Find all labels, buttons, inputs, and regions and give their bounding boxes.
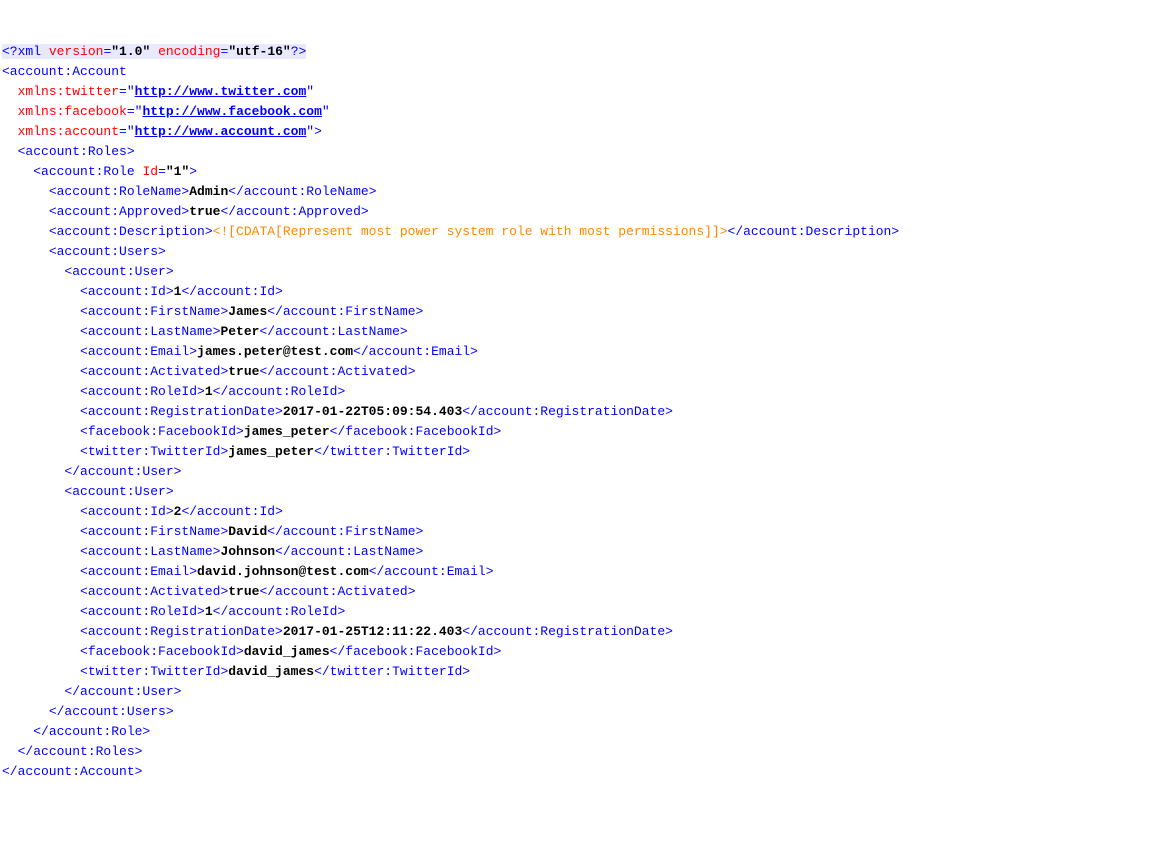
user2-roleid-val: 1 bbox=[205, 604, 213, 619]
version-val: "1.0" bbox=[111, 44, 150, 59]
encoding-val: "utf-16" bbox=[228, 44, 290, 59]
user2-lastname-open: <account:LastName> bbox=[80, 544, 220, 559]
user2-firstname-open: <account:FirstName> bbox=[80, 524, 228, 539]
xml-decl-open: <? bbox=[2, 44, 18, 59]
xmlns-account-attr: xmlns:account bbox=[18, 124, 119, 139]
user1-firstname-open: <account:FirstName> bbox=[80, 304, 228, 319]
user1-roleid-close: </account:RoleId> bbox=[213, 384, 346, 399]
role-id-attr: Id bbox=[142, 164, 158, 179]
user2-firstname-close: </account:FirstName> bbox=[267, 524, 423, 539]
xml-declaration-line: <?xml version="1.0" encoding="utf-16"?> bbox=[2, 44, 306, 59]
user1-tw-open: <twitter:TwitterId> bbox=[80, 444, 228, 459]
user2-fb-open: <facebook:FacebookId> bbox=[80, 644, 244, 659]
version-attr: version bbox=[49, 44, 104, 59]
user1-regdate-close: </account:RegistrationDate> bbox=[462, 404, 673, 419]
role-id-val: "1" bbox=[166, 164, 189, 179]
approved-val: true bbox=[189, 204, 220, 219]
user1-activated-open: <account:Activated> bbox=[80, 364, 228, 379]
user2-tw-val: david_james bbox=[228, 664, 314, 679]
user2-regdate-close: </account:RegistrationDate> bbox=[462, 624, 673, 639]
xml-document: <?xml version="1.0" encoding="utf-16"?> … bbox=[2, 42, 1163, 782]
user2-tw-open: <twitter:TwitterId> bbox=[80, 664, 228, 679]
role-close: </account:Role> bbox=[33, 724, 150, 739]
approved-open: <account:Approved> bbox=[49, 204, 189, 219]
description-cdata: <![CDATA[Represent most power system rol… bbox=[213, 224, 728, 239]
twitter-url-link[interactable]: http://www.twitter.com bbox=[135, 84, 307, 99]
user1-email-close: </account:Email> bbox=[353, 344, 478, 359]
rolename-close: </account:RoleName> bbox=[228, 184, 376, 199]
user2-email-open: <account:Email> bbox=[80, 564, 197, 579]
approved-close: </account:Approved> bbox=[220, 204, 368, 219]
user2-email-val: david.johnson@test.com bbox=[197, 564, 369, 579]
users-close: </account:Users> bbox=[49, 704, 174, 719]
user1-tw-close: </twitter:TwitterId> bbox=[314, 444, 470, 459]
user2-fb-val: david_james bbox=[244, 644, 330, 659]
user2-id-close: </account:Id> bbox=[181, 504, 282, 519]
user1-tw-val: james_peter bbox=[228, 444, 314, 459]
role-open: <account:Role bbox=[33, 164, 134, 179]
user1-regdate-val: 2017-01-22T05:09:54.403 bbox=[283, 404, 462, 419]
user2-firstname-val: David bbox=[228, 524, 267, 539]
user2-roleid-close: </account:RoleId> bbox=[213, 604, 346, 619]
user2-id-open: <account:Id> bbox=[80, 504, 174, 519]
description-close: </account:Description> bbox=[728, 224, 900, 239]
user1-email-open: <account:Email> bbox=[80, 344, 197, 359]
user1-email-val: james.peter@test.com bbox=[197, 344, 353, 359]
user1-fb-val: james_peter bbox=[244, 424, 330, 439]
account-open-end: "> bbox=[306, 124, 322, 139]
user2-activated-open: <account:Activated> bbox=[80, 584, 228, 599]
user2-roleid-open: <account:RoleId> bbox=[80, 604, 205, 619]
user2-email-close: </account:Email> bbox=[369, 564, 494, 579]
user1-activated-close: </account:Activated> bbox=[259, 364, 415, 379]
user1-roleid-open: <account:RoleId> bbox=[80, 384, 205, 399]
roles-open: <account:Roles> bbox=[18, 144, 135, 159]
user1-open: <account:User> bbox=[64, 264, 173, 279]
user1-lastname-close: </account:LastName> bbox=[259, 324, 407, 339]
rolename-open: <account:RoleName> bbox=[49, 184, 189, 199]
user2-regdate-val: 2017-01-25T12:11:22.403 bbox=[283, 624, 462, 639]
user1-id-open: <account:Id> bbox=[80, 284, 174, 299]
user2-lastname-val: Johnson bbox=[220, 544, 275, 559]
user1-lastname-open: <account:LastName> bbox=[80, 324, 220, 339]
user2-tw-close: </twitter:TwitterId> bbox=[314, 664, 470, 679]
xml-decl-close: ?> bbox=[291, 44, 307, 59]
user2-activated-close: </account:Activated> bbox=[259, 584, 415, 599]
user1-firstname-val: James bbox=[228, 304, 267, 319]
description-open: <account:Description> bbox=[49, 224, 213, 239]
user2-close: </account:User> bbox=[64, 684, 181, 699]
account-url-link[interactable]: http://www.account.com bbox=[135, 124, 307, 139]
user2-activated-val: true bbox=[228, 584, 259, 599]
rolename-val: Admin bbox=[189, 184, 228, 199]
encoding-attr: encoding bbox=[158, 44, 220, 59]
xmlns-facebook-attr: xmlns:facebook bbox=[18, 104, 127, 119]
xml-decl-xml: xml bbox=[18, 44, 41, 59]
user1-activated-val: true bbox=[228, 364, 259, 379]
user2-lastname-close: </account:LastName> bbox=[275, 544, 423, 559]
user2-regdate-open: <account:RegistrationDate> bbox=[80, 624, 283, 639]
user1-fb-open: <facebook:FacebookId> bbox=[80, 424, 244, 439]
facebook-url-link[interactable]: http://www.facebook.com bbox=[142, 104, 321, 119]
user1-regdate-open: <account:RegistrationDate> bbox=[80, 404, 283, 419]
user1-id-close: </account:Id> bbox=[181, 284, 282, 299]
user2-open: <account:User> bbox=[64, 484, 173, 499]
user1-firstname-close: </account:FirstName> bbox=[267, 304, 423, 319]
account-close: </account:Account> bbox=[2, 764, 142, 779]
user1-close: </account:User> bbox=[64, 464, 181, 479]
user1-roleid-val: 1 bbox=[205, 384, 213, 399]
xmlns-twitter-attr: xmlns:twitter bbox=[18, 84, 119, 99]
user1-fb-close: </facebook:FacebookId> bbox=[330, 424, 502, 439]
roles-close: </account:Roles> bbox=[18, 744, 143, 759]
users-open: <account:Users> bbox=[49, 244, 166, 259]
account-open: <account:Account bbox=[2, 64, 127, 79]
user1-lastname-val: Peter bbox=[220, 324, 259, 339]
user2-fb-close: </facebook:FacebookId> bbox=[330, 644, 502, 659]
